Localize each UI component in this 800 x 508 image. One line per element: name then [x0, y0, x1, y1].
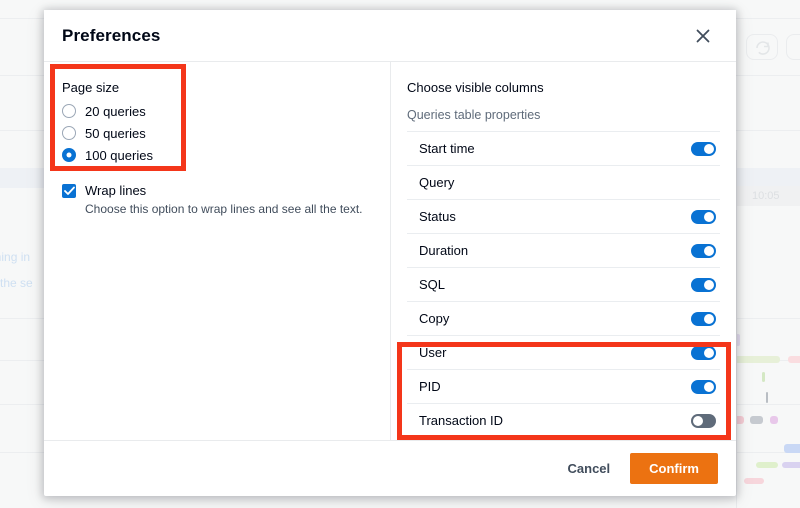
page-size-option-100[interactable]: 100 queries: [62, 144, 374, 166]
toggle-knob: [704, 279, 714, 290]
visible-columns-list: Start time Query Status Duration SQL Cop…: [407, 131, 720, 438]
close-button[interactable]: [688, 21, 718, 51]
preferences-modal: Preferences Page size 20 queries 50 quer…: [44, 10, 736, 496]
page-title: Preferences: [62, 25, 161, 45]
column-toggle-duration[interactable]: [691, 243, 716, 258]
modal-header: Preferences: [44, 10, 736, 62]
toggle-knob: [704, 211, 714, 222]
column-toggle-pid[interactable]: [691, 379, 716, 394]
column-row-query[interactable]: Query: [407, 166, 720, 200]
page-size-option-50[interactable]: 50 queries: [62, 122, 374, 144]
column-label: Start time: [419, 141, 475, 156]
column-row-copy[interactable]: Copy: [407, 302, 720, 336]
toggle-knob: [704, 381, 714, 392]
background-chart-bar: [750, 416, 763, 424]
toggle-knob: [704, 245, 714, 256]
background-chart-bar: [730, 356, 780, 363]
background-chart-bar: [766, 392, 768, 403]
background-chart-bar: [744, 478, 764, 484]
page-size-option-label: 100 queries: [85, 147, 153, 163]
preferences-left-column: Page size 20 queries 50 queries 100 quer…: [44, 62, 390, 440]
column-row-sql[interactable]: SQL: [407, 268, 720, 302]
background-refresh-button[interactable]: [746, 34, 778, 60]
column-label: User: [419, 345, 447, 360]
column-row-pid[interactable]: PID: [407, 370, 720, 404]
preferences-right-column: Choose visible columns Queries table pro…: [391, 62, 736, 440]
column-toggle-user[interactable]: [691, 345, 716, 360]
radio-button-selected[interactable]: [62, 148, 76, 162]
choose-visible-columns-label: Choose visible columns: [407, 80, 544, 95]
column-label: SQL: [419, 277, 446, 292]
toggle-knob: [704, 313, 714, 324]
toggle-knob: [704, 347, 714, 358]
page-size-label: Page size: [62, 80, 120, 95]
column-label: Query: [419, 175, 455, 190]
background-chart-bar: [756, 462, 778, 468]
column-row-start-time[interactable]: Start time: [407, 132, 720, 166]
background-text-fragment-1: nning in: [0, 250, 31, 264]
toggle-knob: [693, 415, 703, 426]
page-size-option-label: 50 queries: [85, 125, 146, 141]
column-toggle-copy[interactable]: [691, 311, 716, 326]
wrap-lines-checkbox[interactable]: [62, 184, 76, 198]
modal-footer: Cancel Confirm: [44, 440, 736, 496]
toggle-knob: [704, 143, 714, 154]
confirm-button[interactable]: Confirm: [630, 453, 718, 484]
column-toggle-status[interactable]: [691, 209, 716, 224]
cancel-button[interactable]: Cancel: [558, 455, 621, 482]
column-toggle-start-time[interactable]: [691, 141, 716, 156]
column-row-status[interactable]: Status: [407, 200, 720, 234]
column-row-duration[interactable]: Duration: [407, 234, 720, 268]
modal-body: Page size 20 queries 50 queries 100 quer…: [44, 62, 736, 440]
background-chart-bar: [770, 416, 778, 424]
background-text-fragment-2: or the se: [0, 276, 33, 290]
column-label: Copy: [419, 311, 450, 326]
wrap-lines-block: Wrap lines Choose this option to wrap li…: [62, 182, 374, 217]
column-label: Transaction ID: [419, 413, 504, 428]
refresh-icon: [756, 41, 770, 55]
background-chart-bar: [784, 444, 800, 453]
queries-table-properties-label: Queries table properties: [407, 108, 541, 122]
background-vertical-divider: [736, 150, 737, 508]
page-size-option-label: 20 queries: [85, 103, 146, 119]
background-chart-bar: [762, 372, 765, 382]
column-toggle-transaction-id[interactable]: [691, 413, 716, 428]
column-row-user[interactable]: User: [407, 336, 720, 370]
column-toggle-sql[interactable]: [691, 277, 716, 292]
background-chart-bar: [788, 356, 800, 363]
page-size-option-20[interactable]: 20 queries: [62, 100, 374, 122]
background-settings-button[interactable]: [786, 34, 800, 60]
column-label: Status: [419, 209, 456, 224]
radio-button[interactable]: [62, 104, 76, 118]
background-chart-bar: [782, 462, 800, 468]
wrap-lines-text: Wrap lines Choose this option to wrap li…: [85, 182, 363, 217]
close-icon: [696, 29, 710, 42]
wrap-lines-label: Wrap lines: [85, 183, 147, 198]
radio-button[interactable]: [62, 126, 76, 140]
checkmark-icon: [63, 186, 75, 195]
column-row-transaction-id[interactable]: Transaction ID: [407, 404, 720, 438]
column-label: Duration: [419, 243, 469, 258]
wrap-lines-description: Choose this option to wrap lines and see…: [85, 202, 363, 216]
column-label: PID: [419, 379, 441, 394]
